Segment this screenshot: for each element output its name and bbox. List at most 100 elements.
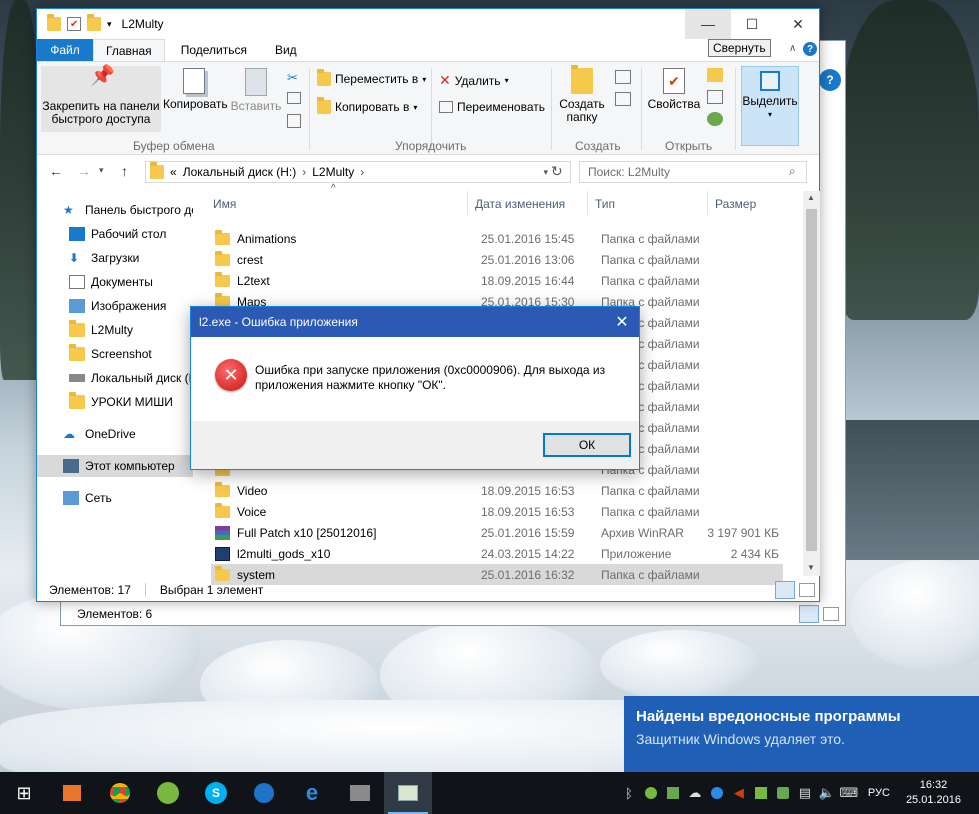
minimize-button[interactable]: —	[685, 9, 731, 39]
close-button[interactable]: ✕	[775, 9, 821, 39]
new-item-icon[interactable]	[615, 70, 631, 84]
refresh-icon[interactable]: ↻	[551, 163, 563, 180]
chrome-icon[interactable]	[96, 772, 144, 814]
copy-button[interactable]: Копировать	[163, 68, 228, 111]
network-tray-icon[interactable]: ▤	[794, 772, 816, 814]
tab-file[interactable]: Файл	[37, 39, 93, 61]
volume-icon[interactable]: 🔈	[816, 772, 838, 814]
tab-home[interactable]: Главная	[93, 39, 165, 61]
up-arrow-icon[interactable]: ↑	[121, 163, 128, 179]
table-row[interactable]: Video 18.09.2015 16:53 Папка с файлами	[211, 480, 783, 501]
tab-share[interactable]: Поделиться	[165, 39, 263, 61]
utorrent-tray-icon[interactable]	[640, 772, 662, 814]
nav-item-downloads[interactable]: ⬇ Загрузки	[37, 247, 193, 269]
language-indicator[interactable]: РУС	[860, 787, 898, 799]
search-icon[interactable]: ⌕	[789, 164, 796, 179]
bluetooth-icon[interactable]: ᛒ	[618, 772, 640, 814]
chevron-down-icon[interactable]: ▾	[107, 19, 112, 30]
breadcrumb-folder[interactable]: L2Multy	[312, 165, 354, 179]
details-view-icon[interactable]	[775, 581, 795, 599]
edit-icon[interactable]	[707, 90, 723, 104]
defender-tray-icon[interactable]	[772, 772, 794, 814]
rename-button[interactable]: Переименовать	[439, 100, 545, 114]
open-icon[interactable]	[707, 68, 723, 82]
forward-arrow-icon[interactable]: →	[77, 163, 91, 179]
tab-view[interactable]: Вид	[263, 39, 309, 61]
pin-tray-icon[interactable]	[750, 772, 772, 814]
dialog-close-button[interactable]: ✕	[605, 307, 639, 337]
column-type[interactable]: Тип	[595, 197, 615, 211]
collapse-ribbon-icon[interactable]: ∧	[789, 43, 796, 54]
history-icon[interactable]	[707, 112, 723, 126]
paste-button[interactable]: Вставить	[229, 68, 283, 113]
nav-item-this-pc[interactable]: Этот компьютер	[37, 455, 193, 477]
nav-item-desktop[interactable]: Рабочий стол	[37, 223, 193, 245]
vertical-scrollbar[interactable]: ▲ ▼	[803, 191, 820, 576]
address-bar[interactable]: « Локальный диск (H:) › L2Multy › ▾	[145, 161, 571, 183]
dialog-title-bar[interactable]: l2.exe - Ошибка приложения ✕	[191, 307, 639, 337]
explorer-active-icon[interactable]	[384, 772, 432, 814]
new-folder-icon[interactable]	[87, 14, 101, 31]
defender-notification[interactable]: Найдены вредоносные программы Защитник W…	[624, 696, 979, 772]
onedrive-tray-icon[interactable]: ☁	[684, 772, 706, 814]
back-arrow-icon[interactable]: ←	[49, 163, 63, 179]
keyboard-icon[interactable]: ⌨	[838, 772, 860, 814]
nav-item-onedrive[interactable]: ☁ OneDrive	[37, 423, 193, 445]
move-to-button[interactable]: Переместить в ▾	[317, 69, 426, 86]
table-row[interactable]: Animations 25.01.2016 15:45 Папка с файлам…	[211, 228, 783, 249]
tiles-view-icon[interactable]	[823, 607, 839, 621]
title-bar[interactable]: ✔ ▾ L2Multy — ☐ ✕	[37, 9, 819, 39]
app-icon[interactable]	[240, 772, 288, 814]
nav-item-network[interactable]: Сеть	[37, 487, 193, 509]
nav-item-local-disk[interactable]: Локальный диск (H	[37, 367, 193, 389]
scroll-up-icon[interactable]: ▲	[807, 193, 815, 202]
address-dropdown-icon[interactable]: ▾	[543, 167, 548, 178]
table-row[interactable]: crest 25.01.2016 13:06 Папка с файлами	[211, 249, 783, 270]
delete-button[interactable]: ✕ Удалить ▾	[439, 72, 509, 89]
new-folder-button[interactable]: Создать папку	[555, 65, 609, 124]
table-row[interactable]: Voice 18.09.2015 16:53 Папка с файлами	[211, 501, 783, 522]
breadcrumb-prefix[interactable]: «	[170, 165, 177, 179]
easy-access-icon[interactable]	[615, 92, 631, 106]
maximize-button[interactable]: ☐	[729, 9, 775, 39]
nav-item-l2multy[interactable]: L2Multy	[37, 319, 193, 341]
flag-tray-icon[interactable]: ◀	[728, 772, 750, 814]
table-row[interactable]: L2text 18.09.2015 16:44 Папка с файлами	[211, 270, 783, 291]
table-row[interactable]: l2multi_gods_x10 24.03.2015 14:22 Приложен…	[211, 543, 783, 564]
breadcrumb-separator-icon[interactable]: ›	[360, 165, 364, 179]
properties-button[interactable]: ✔ Свойства	[645, 68, 703, 111]
nav-item-quick-access[interactable]: ★ Панель быстрого доступа	[37, 199, 193, 221]
pin-quick-access-button[interactable]: 📌 Закрепить на панели быстрого доступа	[41, 66, 161, 132]
copy-path-icon[interactable]	[287, 92, 301, 104]
notifications-icon[interactable]	[969, 772, 979, 814]
help-icon[interactable]: ?	[819, 69, 841, 91]
tiles-view-icon[interactable]	[799, 583, 815, 597]
paste-shortcut-icon[interactable]	[287, 114, 301, 128]
scroll-down-icon[interactable]: ▼	[807, 563, 815, 572]
breadcrumb-drive[interactable]: Локальный диск (H:)	[183, 165, 297, 179]
nav-item-documents[interactable]: Документы	[37, 271, 193, 293]
help-icon[interactable]: ?	[803, 42, 817, 56]
clock[interactable]: 16:32 25.01.2016	[898, 778, 969, 808]
column-size[interactable]: Размер	[715, 197, 756, 211]
start-button[interactable]: ⊞	[0, 772, 48, 814]
error-dialog[interactable]: l2.exe - Ошибка приложения ✕ ✕ Ошибка пр…	[190, 306, 640, 470]
breadcrumb-separator-icon[interactable]: ›	[302, 165, 306, 179]
sync-tray-icon[interactable]	[706, 772, 728, 814]
scroll-thumb[interactable]	[806, 209, 817, 551]
edge-icon[interactable]: e	[288, 772, 336, 814]
utorrent-icon[interactable]	[144, 772, 192, 814]
nav-item-screenshot[interactable]: Screenshot	[37, 343, 193, 365]
ok-button[interactable]: ОК	[543, 433, 631, 457]
details-view-icon[interactable]	[799, 605, 819, 623]
search-input[interactable]: Поиск: L2Multy	[579, 161, 807, 183]
cut-icon[interactable]: ✂	[287, 70, 298, 86]
select-button[interactable]: Выделить ▾	[741, 66, 799, 146]
media-player-icon[interactable]	[48, 772, 96, 814]
explorer-window[interactable]: ✔ ▾ L2Multy — ☐ ✕ Свернуть Файл Главная …	[36, 8, 820, 602]
column-date[interactable]: Дата изменения	[475, 197, 565, 211]
column-name[interactable]: Имя	[213, 197, 236, 211]
skype-icon[interactable]: S	[192, 772, 240, 814]
recent-chevron-icon[interactable]: ▾	[99, 165, 104, 176]
nav-item-pictures[interactable]: Изображения	[37, 295, 193, 317]
